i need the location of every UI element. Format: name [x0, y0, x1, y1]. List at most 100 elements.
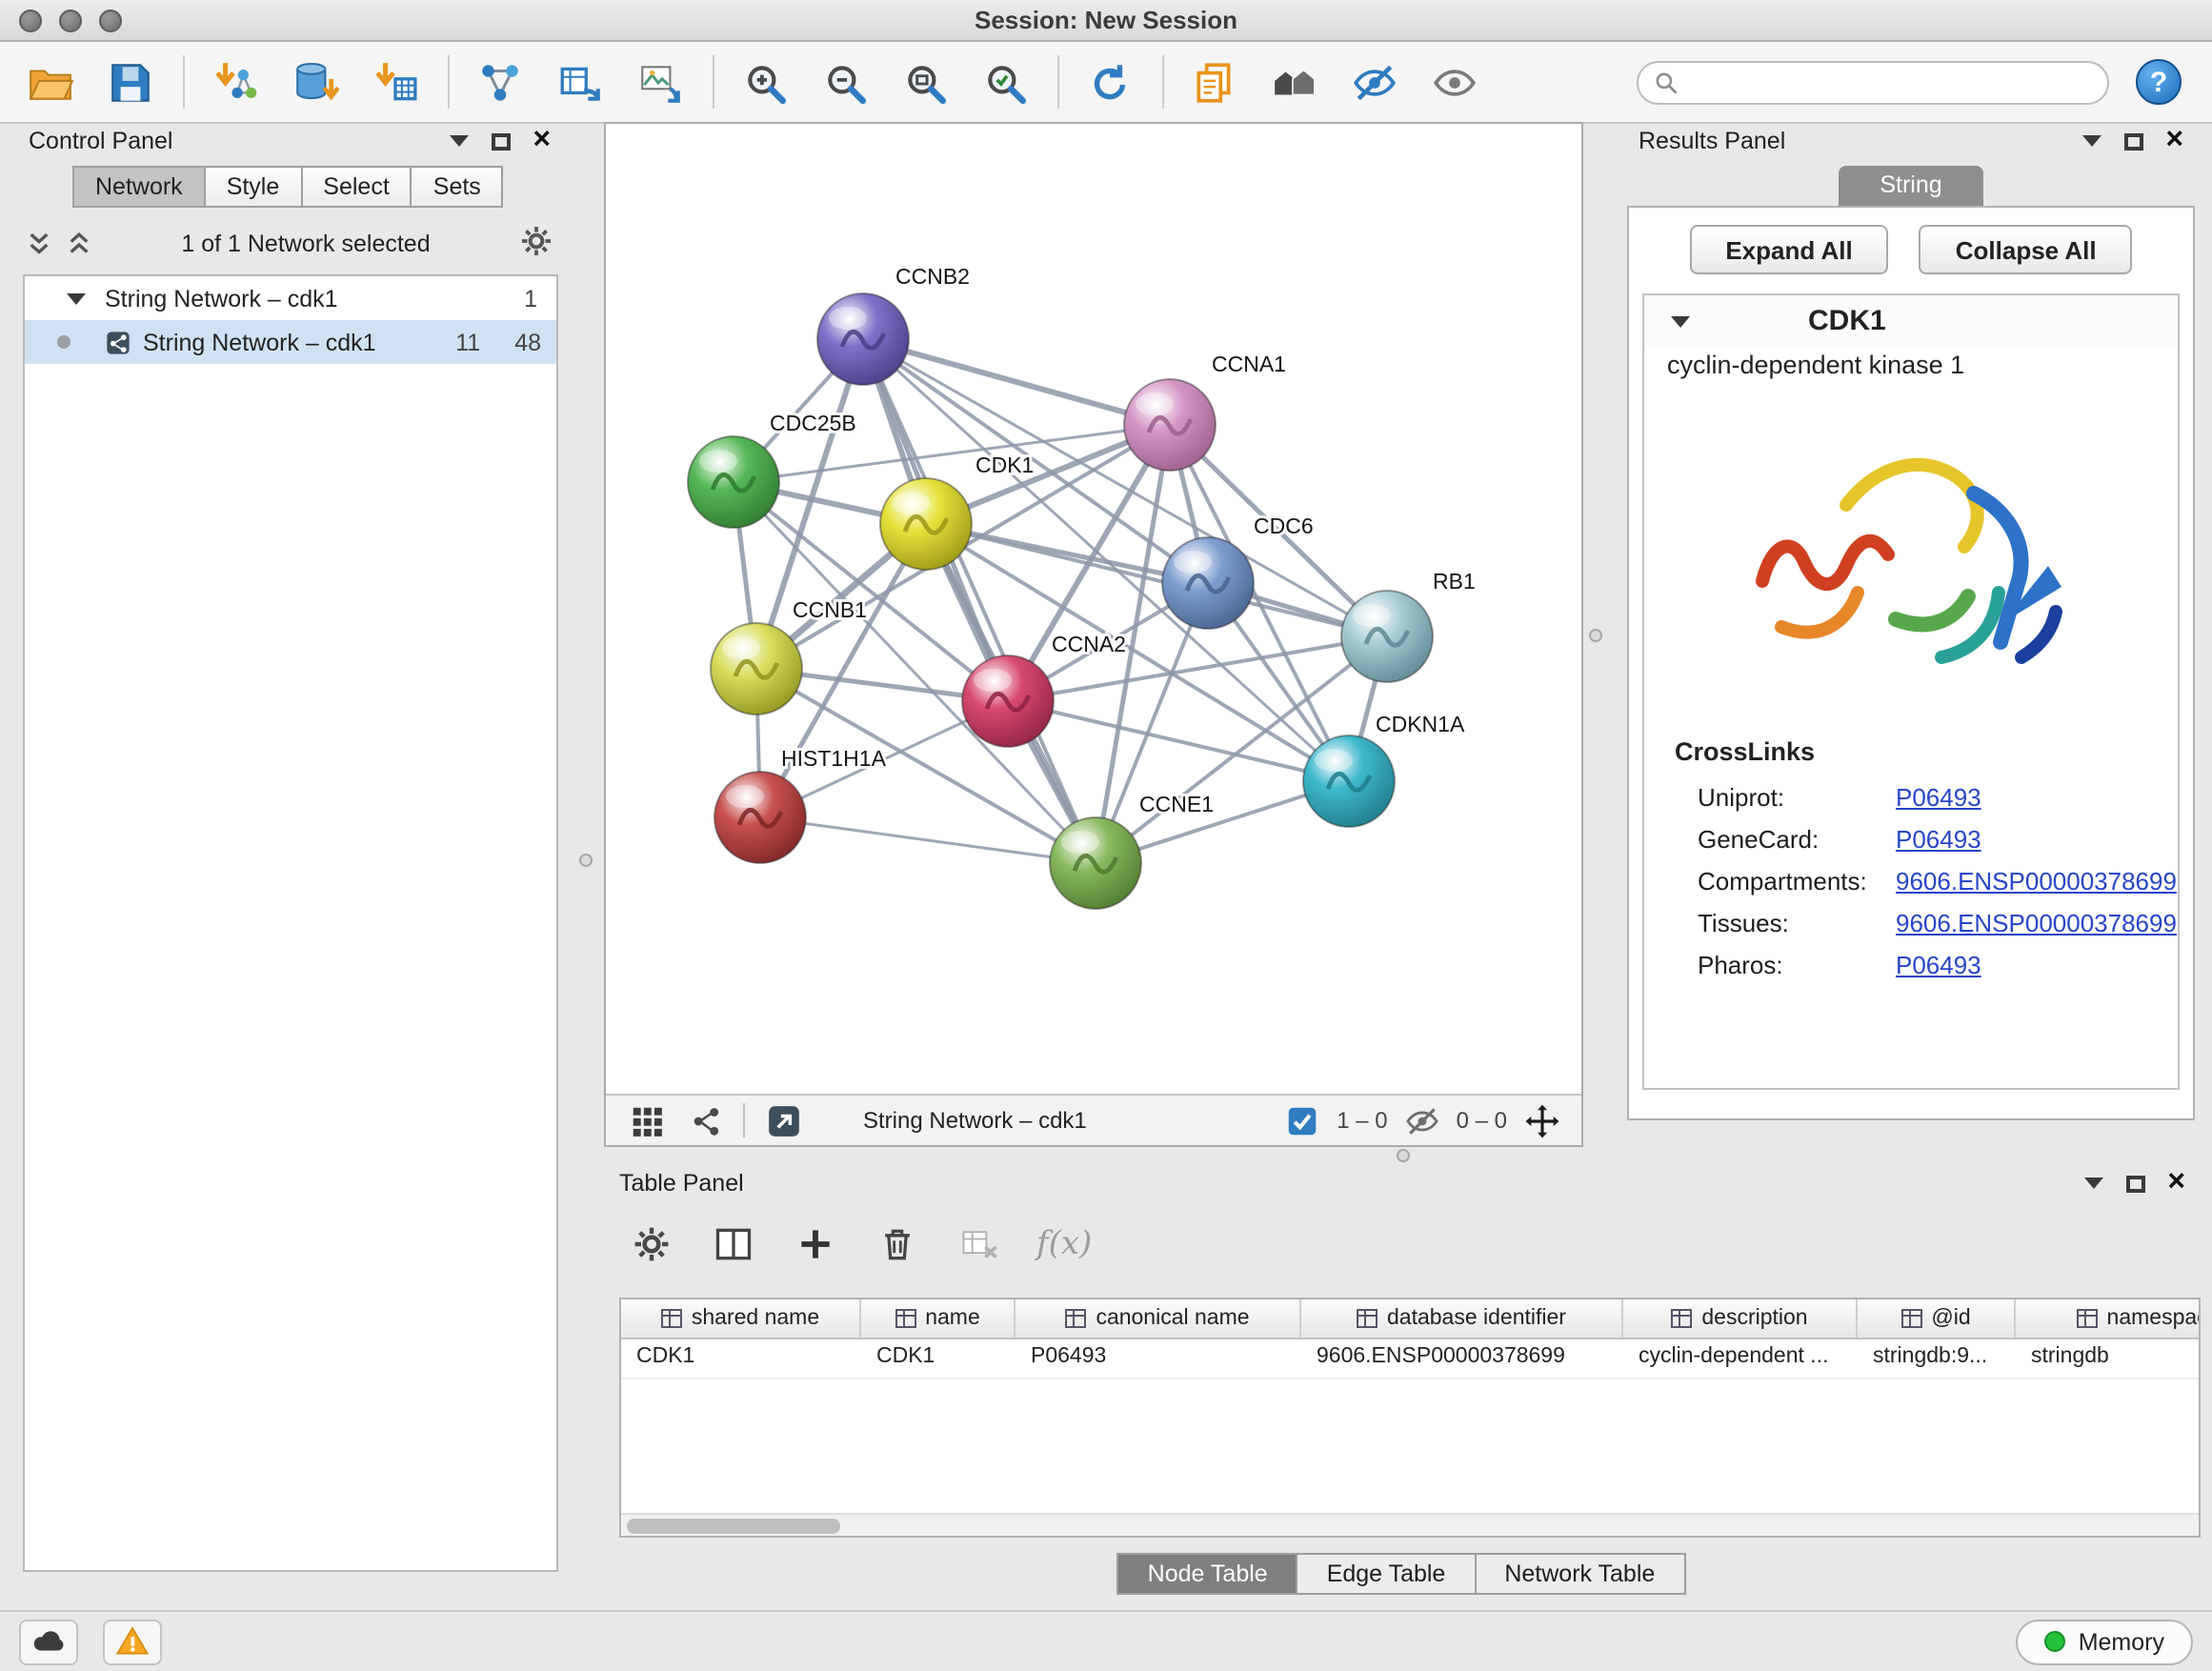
panel-float-icon[interactable]: [2125, 1175, 2144, 1192]
section-collapse-icon[interactable]: [1671, 315, 1690, 327]
tab-node-table[interactable]: Node Table: [1117, 1553, 1298, 1595]
export-image-button[interactable]: [629, 50, 690, 114]
search-input[interactable]: [1690, 69, 2092, 95]
tab-string[interactable]: String: [1839, 166, 1983, 206]
panel-float-icon[interactable]: [2123, 132, 2142, 150]
node-highlight: [1136, 393, 1174, 415]
network-edge[interactable]: [760, 817, 1096, 863]
show-hidden-button[interactable]: [1423, 50, 1484, 114]
zoom-fit-button[interactable]: [894, 50, 955, 114]
crosslink-label: Pharos:: [1698, 950, 1896, 978]
table-row[interactable]: CDK1 CDK1 P06493 9606.ENSP00000378699 cy…: [621, 1339, 2199, 1379]
zoom-selected-button[interactable]: [974, 50, 1035, 114]
cell-database-identifier[interactable]: 9606.ENSP00000378699: [1301, 1339, 1623, 1378]
table-settings-gear-icon[interactable]: [627, 1219, 676, 1269]
tab-network-table[interactable]: Network Table: [1474, 1553, 1685, 1595]
open-session-button[interactable]: [19, 50, 80, 114]
hidden-eye-slash-icon[interactable]: [1401, 1099, 1443, 1141]
crosslink-label: Tissues:: [1698, 908, 1896, 936]
birdseye-pan-icon[interactable]: [1520, 1099, 1562, 1141]
panel-menu-icon[interactable]: [449, 135, 468, 147]
tab-sets[interactable]: Sets: [411, 166, 504, 208]
delete-column-trash-icon[interactable]: [873, 1219, 922, 1269]
column-header-canonical-name[interactable]: canonical name: [1016, 1299, 1301, 1338]
column-header-shared-name[interactable]: shared name: [621, 1299, 861, 1338]
warnings-button[interactable]: [103, 1619, 162, 1664]
zoom-out-button[interactable]: [814, 50, 875, 114]
cell-shared-name[interactable]: CDK1: [621, 1339, 861, 1378]
network-edge[interactable]: [1008, 701, 1349, 781]
selected-checkbox-icon[interactable]: [1281, 1099, 1323, 1141]
tree-item-network[interactable]: String Network – cdk1 11 48: [25, 320, 556, 364]
add-column-icon[interactable]: [791, 1219, 840, 1269]
column-header-id[interactable]: @id: [1858, 1299, 2016, 1338]
column-header-namespace[interactable]: namespace: [2016, 1299, 2201, 1338]
grid-view-icon[interactable]: [625, 1099, 667, 1141]
panel-close-icon[interactable]: ×: [533, 130, 551, 152]
network-edge[interactable]: [863, 339, 1096, 863]
network-options-gear-icon[interactable]: [518, 223, 554, 265]
cell-description[interactable]: cyclin-dependent ...: [1623, 1339, 1858, 1378]
expand-all-icon[interactable]: [65, 230, 93, 258]
function-builder-icon[interactable]: f(x): [1036, 1225, 1092, 1263]
select-columns-icon[interactable]: [709, 1219, 758, 1269]
vertical-splitter-handle[interactable]: [579, 854, 593, 867]
column-header-name[interactable]: name: [861, 1299, 1016, 1338]
tissues-link[interactable]: 9606.ENSP00000378699: [1896, 908, 2177, 936]
column-header-description[interactable]: description: [1623, 1299, 1858, 1338]
cell-namespace[interactable]: stringdb: [2016, 1339, 2201, 1378]
column-header-database-identifier[interactable]: database identifier: [1301, 1299, 1623, 1338]
apply-layout-button[interactable]: [1078, 50, 1139, 114]
selected-count: 1 – 0: [1337, 1107, 1387, 1134]
cell-id[interactable]: stringdb:9...: [1858, 1339, 2016, 1378]
show-all-button[interactable]: [1263, 50, 1324, 114]
tab-network[interactable]: Network: [72, 166, 206, 208]
detach-view-icon[interactable]: [762, 1099, 804, 1141]
table-panel: Table Panel × f(x): [604, 1164, 2201, 1610]
cloud-status-button[interactable]: [19, 1619, 78, 1664]
zoom-in-button[interactable]: [734, 50, 794, 114]
network-selected-status: 1 of 1 Network selected: [105, 231, 507, 257]
cell-canonical-name[interactable]: P06493: [1016, 1339, 1301, 1378]
help-button[interactable]: ?: [2136, 59, 2182, 105]
hide-selected-button[interactable]: [1343, 50, 1404, 114]
table-arrow-icon: [555, 58, 603, 106]
cell-name[interactable]: CDK1: [861, 1339, 1016, 1378]
network-overview-icon[interactable]: [684, 1099, 726, 1141]
vertical-splitter-handle[interactable]: [1589, 629, 1602, 642]
collapse-all-icon[interactable]: [25, 230, 53, 258]
memory-button[interactable]: Memory: [2016, 1619, 2193, 1664]
collapse-all-button[interactable]: Collapse All: [1920, 225, 2133, 274]
uniprot-link[interactable]: P06493: [1896, 782, 1981, 811]
network-edge[interactable]: [926, 524, 1387, 636]
tree-item-network-collection[interactable]: String Network – cdk1 1: [25, 276, 556, 320]
copy-network-button[interactable]: [1183, 50, 1244, 114]
control-panel-tabs: Network Style Select Sets: [74, 166, 504, 208]
pharos-link[interactable]: P06493: [1896, 950, 1981, 978]
save-session-button[interactable]: [99, 50, 160, 114]
import-network-database-button[interactable]: [284, 50, 345, 114]
panel-float-icon[interactable]: [491, 132, 510, 150]
expand-all-button[interactable]: Expand All: [1689, 225, 1888, 274]
panel-close-icon[interactable]: ×: [2165, 130, 2183, 152]
import-table-button[interactable]: [364, 50, 425, 114]
tree-collapse-icon[interactable]: [67, 292, 86, 304]
horizontal-splitter-handle[interactable]: [1397, 1149, 1410, 1162]
horizontal-scrollbar-thumb[interactable]: [627, 1519, 840, 1534]
panel-menu-icon[interactable]: [2083, 1178, 2102, 1189]
panel-close-icon[interactable]: ×: [2167, 1172, 2185, 1195]
clone-network-button[interactable]: [469, 50, 530, 114]
gene-section: CDK1 cyclin-dependent kinase 1: [1642, 293, 2180, 1090]
tab-style[interactable]: Style: [204, 166, 303, 208]
import-table-icon: [371, 58, 418, 106]
string-results-container: Expand All Collapse All CDK1 cyclin-depe…: [1627, 206, 2195, 1120]
tab-edge-table[interactable]: Edge Table: [1297, 1553, 1477, 1595]
network-canvas[interactable]: CCNB2CCNA1CDC25BCDK1CDC6RB1CCNB1CCNA2CDK…: [606, 124, 1581, 1094]
toolbar-separator: [1057, 55, 1059, 109]
panel-menu-icon[interactable]: [2081, 135, 2101, 147]
import-network-file-button[interactable]: [204, 50, 265, 114]
genecard-link[interactable]: P06493: [1896, 824, 1981, 853]
network-from-table-button[interactable]: [549, 50, 610, 114]
compartments-link[interactable]: 9606.ENSP00000378699: [1896, 866, 2177, 895]
tab-select[interactable]: Select: [300, 166, 412, 208]
